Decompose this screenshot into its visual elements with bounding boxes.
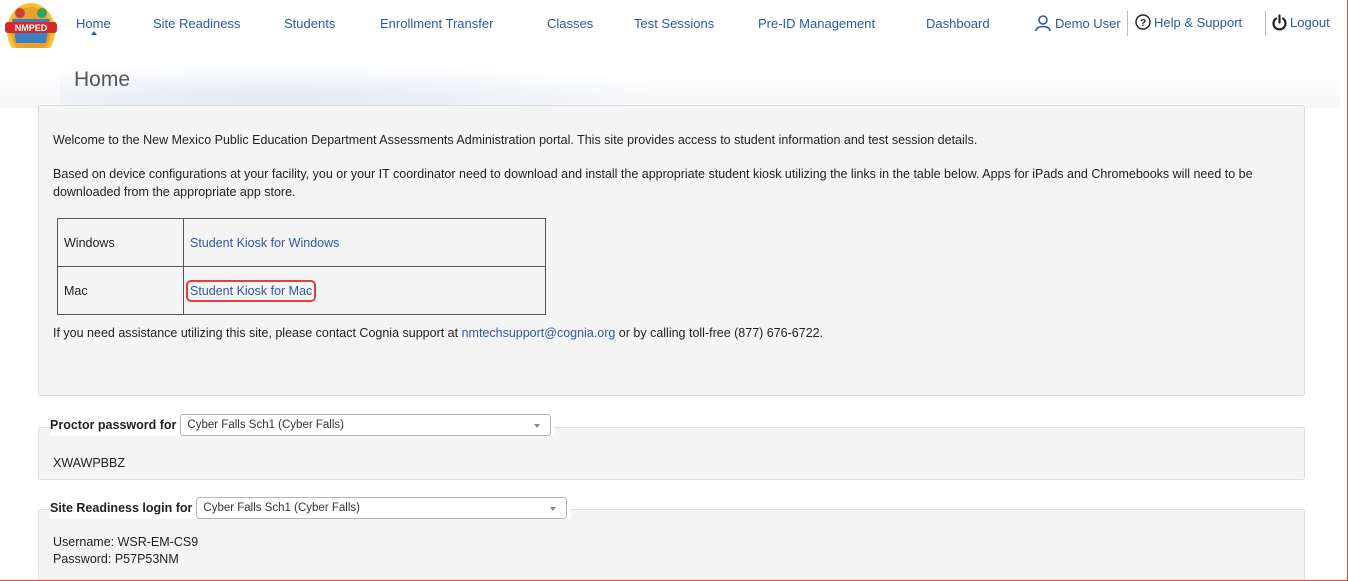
windows-kiosk-link[interactable]: Student Kiosk for Windows xyxy=(190,236,339,250)
table-cell: Student Kiosk for Mac xyxy=(183,266,546,315)
proctor-school-select[interactable]: Cyber Falls Sch1 (Cyber Falls) xyxy=(180,414,552,436)
help-icon: ? xyxy=(1135,14,1151,30)
contact-prefix: If you need assistance utilizing this si… xyxy=(53,326,462,340)
logout-label: Logout xyxy=(1290,15,1330,30)
divider xyxy=(1127,11,1128,36)
select-value: Cyber Falls Sch1 (Cyber Falls) xyxy=(187,419,344,431)
nav-dashboard[interactable]: Dashboard xyxy=(926,16,990,31)
proctor-legend-label: Proctor password for xyxy=(50,418,177,432)
help-support-link[interactable]: ? Help & Support xyxy=(1135,14,1242,30)
select-value: Cyber Falls Sch1 (Cyber Falls) xyxy=(203,502,360,514)
nav-pre-id-management[interactable]: Pre-ID Management xyxy=(758,16,875,31)
table-row: Windows Student Kiosk for Windows xyxy=(57,218,546,267)
password-text: Password: P57P53NM xyxy=(53,552,179,566)
proctor-password-legend: Proctor password for Cyber Falls Sch1 (C… xyxy=(50,414,556,436)
support-email-link[interactable]: nmtechsupport@cognia.org xyxy=(462,326,616,340)
divider xyxy=(1265,11,1266,36)
os-name: Mac xyxy=(57,266,184,315)
site-readiness-legend-label: Site Readiness login for xyxy=(50,501,193,515)
nav-home[interactable]: Home xyxy=(76,16,111,31)
nav-classes[interactable]: Classes xyxy=(547,16,593,31)
contact-suffix: or by calling toll-free (877) 676-6722. xyxy=(615,326,824,340)
user-label: Demo User xyxy=(1055,15,1121,31)
site-readiness-school-select[interactable]: Cyber Falls Sch1 (Cyber Falls) xyxy=(196,497,568,519)
table-cell: Student Kiosk for Windows xyxy=(183,218,546,267)
user-menu[interactable]: Demo User xyxy=(1034,14,1121,32)
logout-link[interactable]: Logout xyxy=(1271,14,1330,31)
nav-enrollment-transfer[interactable]: Enrollment Transfer xyxy=(380,16,493,31)
page-title: Home xyxy=(74,68,131,91)
active-indicator-icon xyxy=(91,31,97,35)
support-contact-text: If you need assistance utilizing this si… xyxy=(53,326,823,340)
table-row: Mac Student Kiosk for Mac xyxy=(57,266,546,315)
banner-decoration xyxy=(60,62,680,106)
nav-students[interactable]: Students xyxy=(284,16,335,31)
welcome-text: Welcome to the New Mexico Public Educati… xyxy=(53,133,978,147)
logo-text: NMPED xyxy=(15,23,48,33)
kiosk-instructions: Based on device configurations at your f… xyxy=(53,167,1253,199)
username-text: Username: WSR-EM-CS9 xyxy=(53,535,199,549)
proctor-password-value: XWAWPBBZ xyxy=(53,456,125,470)
power-icon xyxy=(1272,14,1287,31)
nav-test-sessions[interactable]: Test Sessions xyxy=(634,16,714,31)
site-readiness-login-panel xyxy=(38,509,1305,581)
chevron-down-icon xyxy=(550,507,557,511)
kiosk-download-table: Windows Student Kiosk for Windows Mac St… xyxy=(57,218,546,315)
mac-kiosk-link[interactable]: Student Kiosk for Mac xyxy=(185,279,317,302)
os-name: Windows xyxy=(57,218,184,267)
user-icon xyxy=(1035,15,1051,32)
top-navigation: NMPED Home Site Readiness Students Enrol… xyxy=(0,0,1348,76)
help-label: Help & Support xyxy=(1154,14,1243,30)
site-readiness-legend: Site Readiness login for Cyber Falls Sch… xyxy=(50,497,572,519)
svg-text:?: ? xyxy=(1140,18,1146,29)
nav-site-readiness[interactable]: Site Readiness xyxy=(153,16,240,31)
chevron-down-icon xyxy=(534,424,541,428)
